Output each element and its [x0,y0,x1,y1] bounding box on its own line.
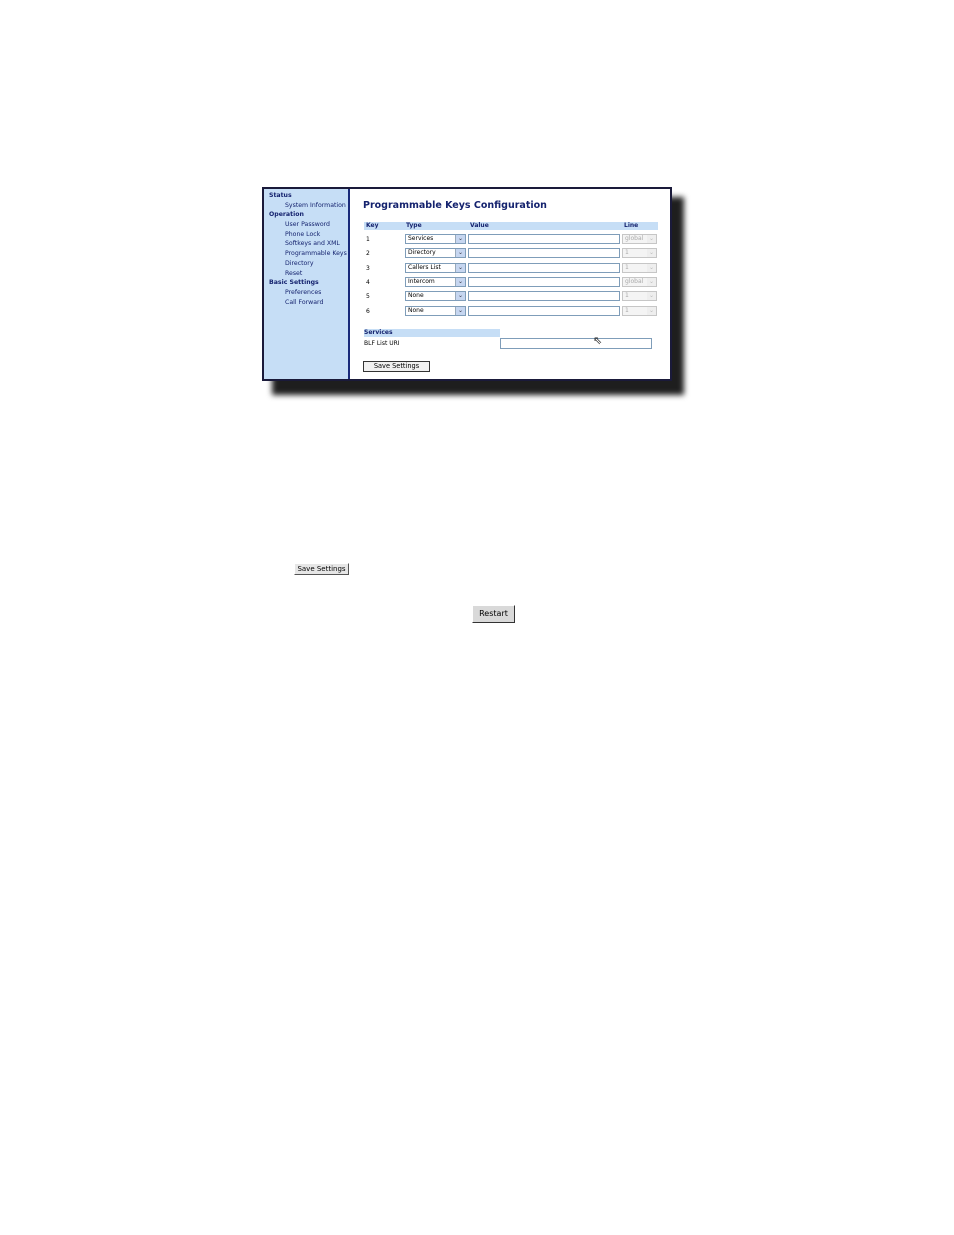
type-select[interactable]: Directory ⌄ [405,248,466,258]
line-select[interactable]: global ⌄ [622,277,657,287]
mouse-pointer-icon: ⇖ [593,334,603,347]
chevron-down-icon: ⌄ [647,292,656,300]
value-input[interactable] [468,248,620,258]
key-number: 4 [366,279,370,286]
table-row: 5 None ⌄ 1 ⌄ [364,291,658,303]
column-header-value: Value [470,222,489,229]
chevron-down-icon: ⌄ [647,264,656,272]
chevron-down-icon: ⌄ [647,249,656,257]
value-input[interactable] [468,277,620,287]
standalone-save-settings-button[interactable]: Save Settings [294,563,349,575]
value-input[interactable] [468,291,620,301]
value-input[interactable] [468,263,620,273]
sidebar-item-system-information[interactable]: System Information [264,201,348,211]
column-header-line: Line [624,222,639,229]
services-header: Services [364,329,500,337]
line-select[interactable]: 1 ⌄ [622,248,657,258]
config-window: Status System Information Operation User… [262,187,672,381]
sidebar-section-status[interactable]: Status [264,191,348,201]
chevron-down-icon: ⌄ [455,307,465,315]
chevron-down-icon: ⌄ [455,235,465,243]
key-number: 1 [366,236,370,243]
sidebar-section-basic-settings[interactable]: Basic Settings [264,278,348,288]
table-row: 6 None ⌄ 1 ⌄ [364,306,658,318]
value-input[interactable] [468,306,620,316]
table-row: 4 Intercom ⌄ global ⌄ [364,277,658,289]
type-select-value: None [408,292,424,299]
table-row: 1 Services ⌄ global ⌄ [364,234,658,246]
column-header-key: Key [366,222,379,229]
line-select-value: global [625,278,644,285]
line-select-value: 1 [625,292,629,299]
chevron-down-icon: ⌄ [647,235,656,243]
sidebar-item-directory[interactable]: Directory [264,259,348,269]
line-select[interactable]: 1 ⌄ [622,306,657,316]
key-number: 2 [366,250,370,257]
table-row: 2 Directory ⌄ 1 ⌄ [364,248,658,260]
sidebar-item-phone-lock[interactable]: Phone Lock [264,230,348,240]
column-header-type: Type [406,222,422,229]
main-panel: Programmable Keys Configuration Key Type… [350,189,670,379]
chevron-down-icon: ⌄ [647,278,656,286]
type-select[interactable]: Services ⌄ [405,234,466,244]
save-settings-button[interactable]: Save Settings [363,361,430,372]
sidebar: Status System Information Operation User… [264,189,350,379]
type-select[interactable]: None ⌄ [405,306,466,316]
type-select[interactable]: None ⌄ [405,291,466,301]
line-select[interactable]: global ⌄ [622,234,657,244]
page-title: Programmable Keys Configuration [363,200,547,211]
key-number: 5 [366,293,370,300]
sidebar-item-call-forward[interactable]: Call Forward [264,298,348,308]
key-number: 6 [366,308,370,315]
chevron-down-icon: ⌄ [455,249,465,257]
sidebar-item-reset[interactable]: Reset [264,269,348,279]
sidebar-item-user-password[interactable]: User Password [264,220,348,230]
chevron-down-icon: ⌄ [647,307,656,315]
type-select-value: Callers List [408,264,441,271]
table-header: Key Type Value Line [364,222,658,230]
chevron-down-icon: ⌄ [455,264,465,272]
blf-list-uri-input[interactable] [500,338,652,349]
sidebar-section-operation[interactable]: Operation [264,210,348,220]
blf-list-uri-label: BLF List URI [364,340,400,347]
type-select[interactable]: Intercom ⌄ [405,277,466,287]
value-input[interactable] [468,234,620,244]
sidebar-item-preferences[interactable]: Preferences [264,288,348,298]
type-select-value: Intercom [408,278,435,285]
line-select[interactable]: 1 ⌄ [622,263,657,273]
type-select-value: Services [408,235,434,242]
type-select[interactable]: Callers List ⌄ [405,263,466,273]
restart-button[interactable]: Restart [472,605,515,623]
sidebar-item-softkeys-xml[interactable]: Softkeys and XML [264,239,348,249]
key-number: 3 [366,265,370,272]
line-select-value: 1 [625,307,629,314]
type-select-value: Directory [408,249,436,256]
type-select-value: None [408,307,424,314]
line-select-value: 1 [625,249,629,256]
line-select-value: 1 [625,264,629,271]
chevron-down-icon: ⌄ [455,292,465,300]
table-row: 3 Callers List ⌄ 1 ⌄ [364,263,658,275]
line-select[interactable]: 1 ⌄ [622,291,657,301]
line-select-value: global [625,235,644,242]
sidebar-item-programmable-keys[interactable]: Programmable Keys [264,249,348,259]
chevron-down-icon: ⌄ [455,278,465,286]
